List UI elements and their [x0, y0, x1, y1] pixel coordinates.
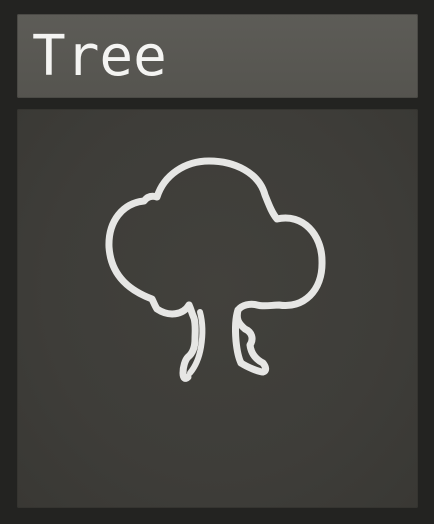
card-art-panel [17, 109, 418, 508]
card-title: Tree [32, 24, 167, 89]
tree-icon-outline [105, 157, 326, 376]
tree-icon [105, 157, 326, 382]
tree-card[interactable]: Tree [0, 0, 434, 524]
